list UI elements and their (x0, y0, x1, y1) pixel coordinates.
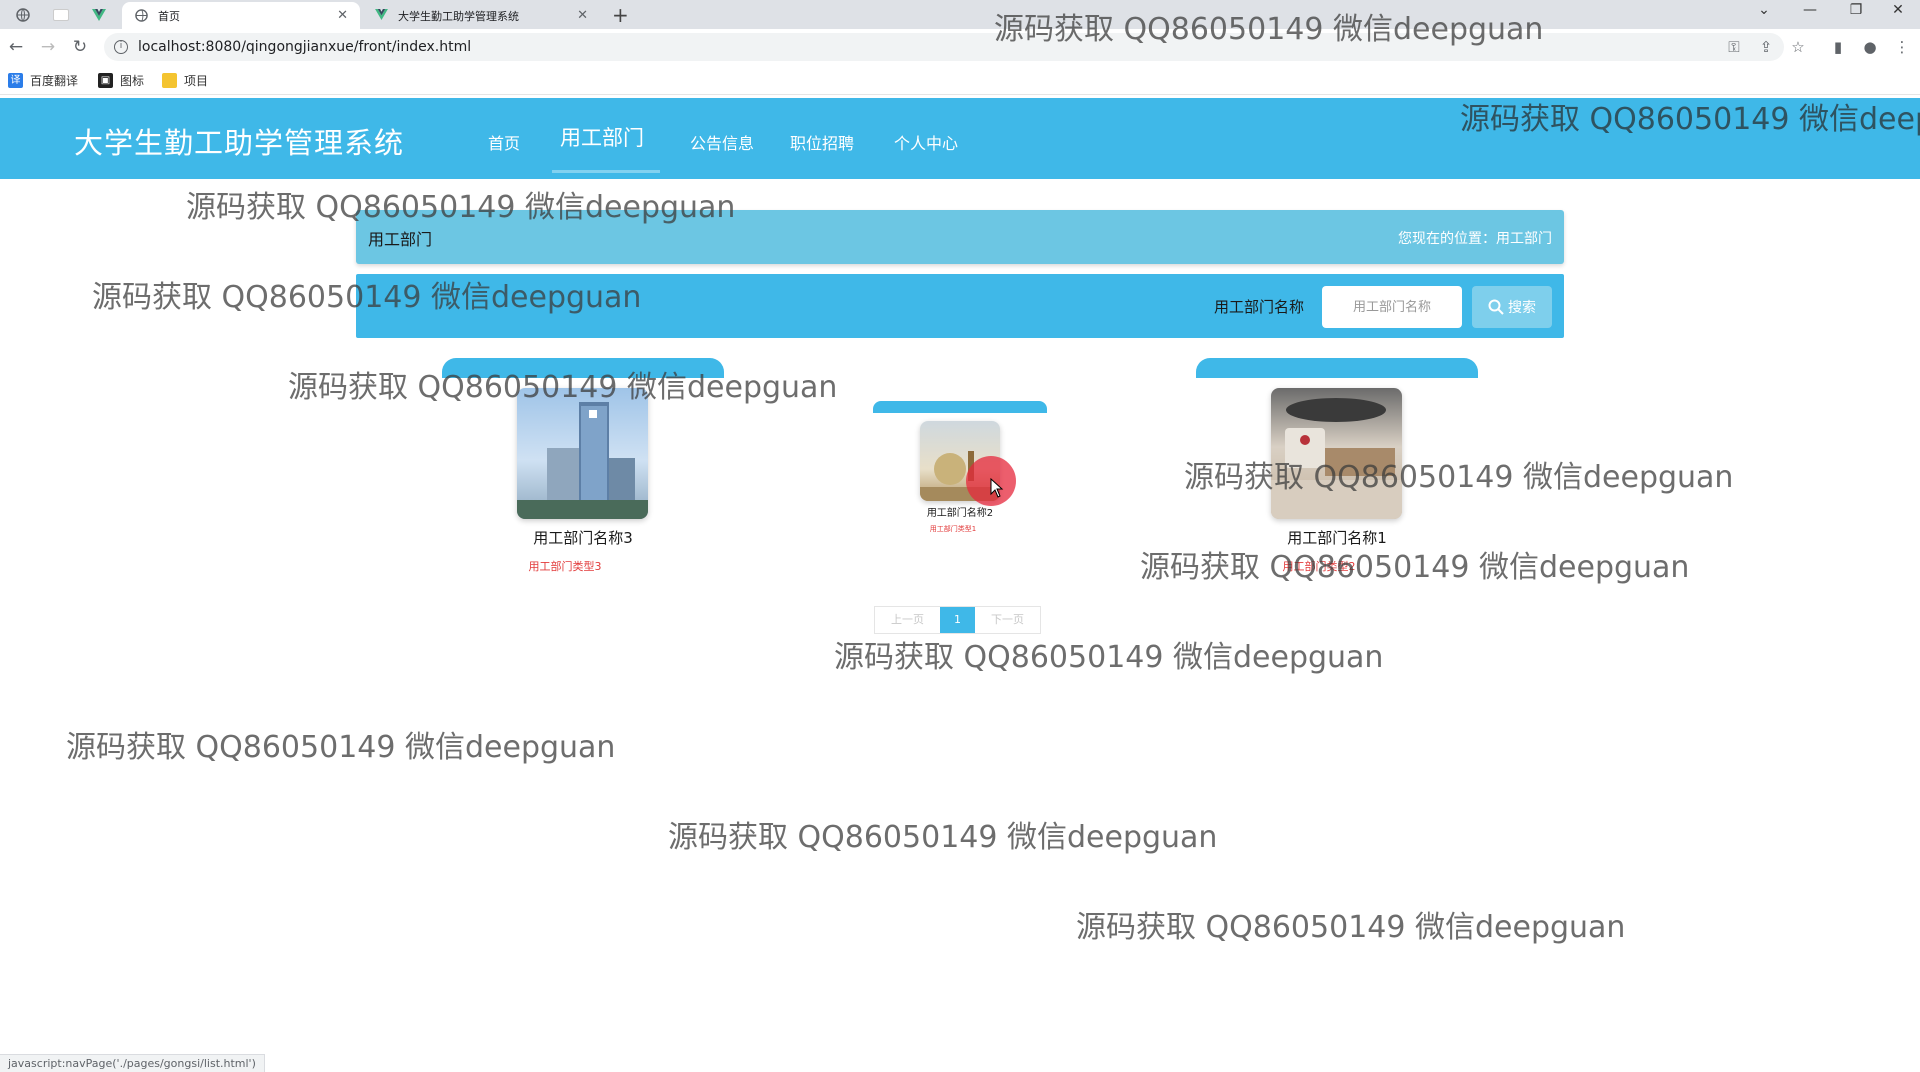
nav-announcements[interactable]: 公告信息 (690, 130, 754, 154)
page-title: 用工部门 (368, 230, 433, 249)
restore-button[interactable]: ❐ (1836, 2, 1876, 18)
pagination: 上一页 1 下一页 (874, 606, 1041, 634)
browser-toolbar: ← → ↻ i localhost:8080/qingongjianxue/fr… (0, 29, 1920, 65)
minimize-button[interactable]: — (1790, 2, 1830, 18)
close-tab-icon[interactable]: ✕ (337, 8, 348, 23)
vue-icon[interactable] (84, 4, 114, 26)
bookmark-label: 百度翻译 (30, 74, 79, 88)
search-button[interactable]: 搜索 (1472, 286, 1552, 328)
forward-arrow-icon[interactable]: → (38, 37, 58, 57)
nav-job-postings[interactable]: 职位招聘 (790, 130, 854, 154)
department-card[interactable]: 用工部门名称3 用工部门类型3 (440, 358, 726, 578)
watermark: 源码获取 QQ86050149 微信deepguan (1076, 910, 1626, 945)
search-label: 用工部门名称 (1214, 298, 1305, 316)
prev-page-button[interactable]: 上一页 (875, 607, 940, 633)
department-name: 用工部门名称3 (533, 529, 633, 547)
department-card[interactable]: 用工部门名称1 用工部门类型2 (1194, 358, 1480, 578)
bookmark-label: 图标 (120, 74, 145, 88)
site-info-icon[interactable]: i (114, 40, 128, 54)
department-name: 用工部门名称1 (1287, 529, 1387, 547)
site-title: 大学生勤工助学管理系统 (74, 126, 405, 160)
address-bar[interactable]: i localhost:8080/qingongjianxue/front/in… (104, 33, 1784, 61)
department-type: 用工部门类型2 (1282, 560, 1356, 573)
close-tab-icon[interactable]: ✕ (577, 8, 588, 23)
nav-home[interactable]: 首页 (488, 130, 520, 154)
folder-icon: ▬ (162, 73, 177, 88)
department-type: 用工部门类型1 (929, 525, 977, 533)
bookmark-star-icon[interactable]: ☆ (1788, 38, 1808, 56)
office-tower-photo[interactable] (517, 388, 648, 519)
watermark: 源码获取 QQ86050149 微信deepguan (834, 640, 1384, 675)
department-card[interactable]: 用工部门名称2 用工部门类型1 (873, 401, 1047, 541)
globe-icon (134, 8, 148, 23)
department-name: 用工部门名称2 (926, 508, 994, 519)
next-page-button[interactable]: 下一页 (975, 607, 1040, 633)
close-window-button[interactable]: ✕ (1878, 2, 1918, 18)
breadcrumb-location: 您现在的位置：用工部门 (1398, 231, 1552, 247)
nav-active-indicator (552, 170, 660, 173)
browser-tab-strip: 首页 ✕ 大学生勤工助学管理系统 ✕ + ⌄ — ❐ ✕ (0, 0, 1920, 29)
reload-icon[interactable]: ↻ (70, 37, 90, 57)
tab-search-chevron-icon[interactable]: ⌄ (1744, 2, 1784, 18)
reception-desk-photo[interactable] (1271, 388, 1402, 519)
address-url: localhost:8080/qingongjianxue/front/inde… (138, 39, 472, 55)
icon-library-icon: ▣ (98, 73, 113, 88)
site-header: 大学生勤工助学管理系统 首页 用工部门 公告信息 职位招聘 个人中心 (0, 98, 1920, 179)
search-icon (1488, 299, 1504, 315)
tab-title: 首页 (158, 9, 180, 23)
card-tab (1196, 358, 1478, 378)
bookmarks-bar: 译 百度翻译 ▣ 图标 ▬ 项目 (0, 65, 1920, 95)
mouse-cursor-icon (990, 478, 1004, 498)
vue-icon (374, 8, 388, 23)
link-status-bar: javascript:navPage('./pages/gongsi/list.… (0, 1054, 265, 1072)
breadcrumb-bar: 用工部门 您现在的位置：用工部门 (356, 210, 1564, 264)
side-panel-icon[interactable]: ▮ (1828, 38, 1848, 56)
translate-icon: 译 (8, 73, 23, 88)
share-icon[interactable]: ⇪ (1756, 38, 1776, 56)
page-1-button[interactable]: 1 (940, 607, 975, 633)
bookmark-icons[interactable]: ▣ 图标 (98, 72, 144, 89)
bookmark-projects[interactable]: ▬ 项目 (162, 72, 208, 89)
nav-departments[interactable]: 用工部门 (560, 122, 644, 152)
tab-home[interactable]: 首页 ✕ (122, 2, 360, 29)
key-icon[interactable]: ⚿ (1724, 38, 1744, 56)
bookmark-baidu-translate[interactable]: 译 百度翻译 (8, 72, 78, 89)
search-button-label: 搜索 (1508, 300, 1536, 316)
search-bar: 用工部门名称 搜索 (356, 274, 1564, 338)
bookmark-label: 项目 (184, 74, 209, 88)
nav-user-center[interactable]: 个人中心 (894, 130, 958, 154)
new-tab-button[interactable]: + (612, 3, 629, 27)
watermark: 源码获取 QQ86050149 微信deepguan (668, 820, 1218, 855)
tab-title: 大学生勤工助学管理系统 (398, 9, 519, 23)
card-tab (873, 401, 1047, 413)
menu-kebab-icon[interactable]: ⋮ (1892, 38, 1912, 56)
blank-tab-icon[interactable] (46, 4, 76, 26)
watermark: 源码获取 QQ86050149 微信deepguan (66, 730, 616, 765)
tab-system[interactable]: 大学生勤工助学管理系统 ✕ (362, 2, 600, 29)
department-type: 用工部门类型3 (528, 560, 602, 573)
card-tab (442, 358, 724, 378)
profile-avatar-icon[interactable]: ● (1860, 38, 1880, 56)
globe-icon[interactable] (8, 4, 38, 26)
back-arrow-icon[interactable]: ← (6, 37, 26, 57)
department-name-input[interactable] (1322, 286, 1462, 328)
